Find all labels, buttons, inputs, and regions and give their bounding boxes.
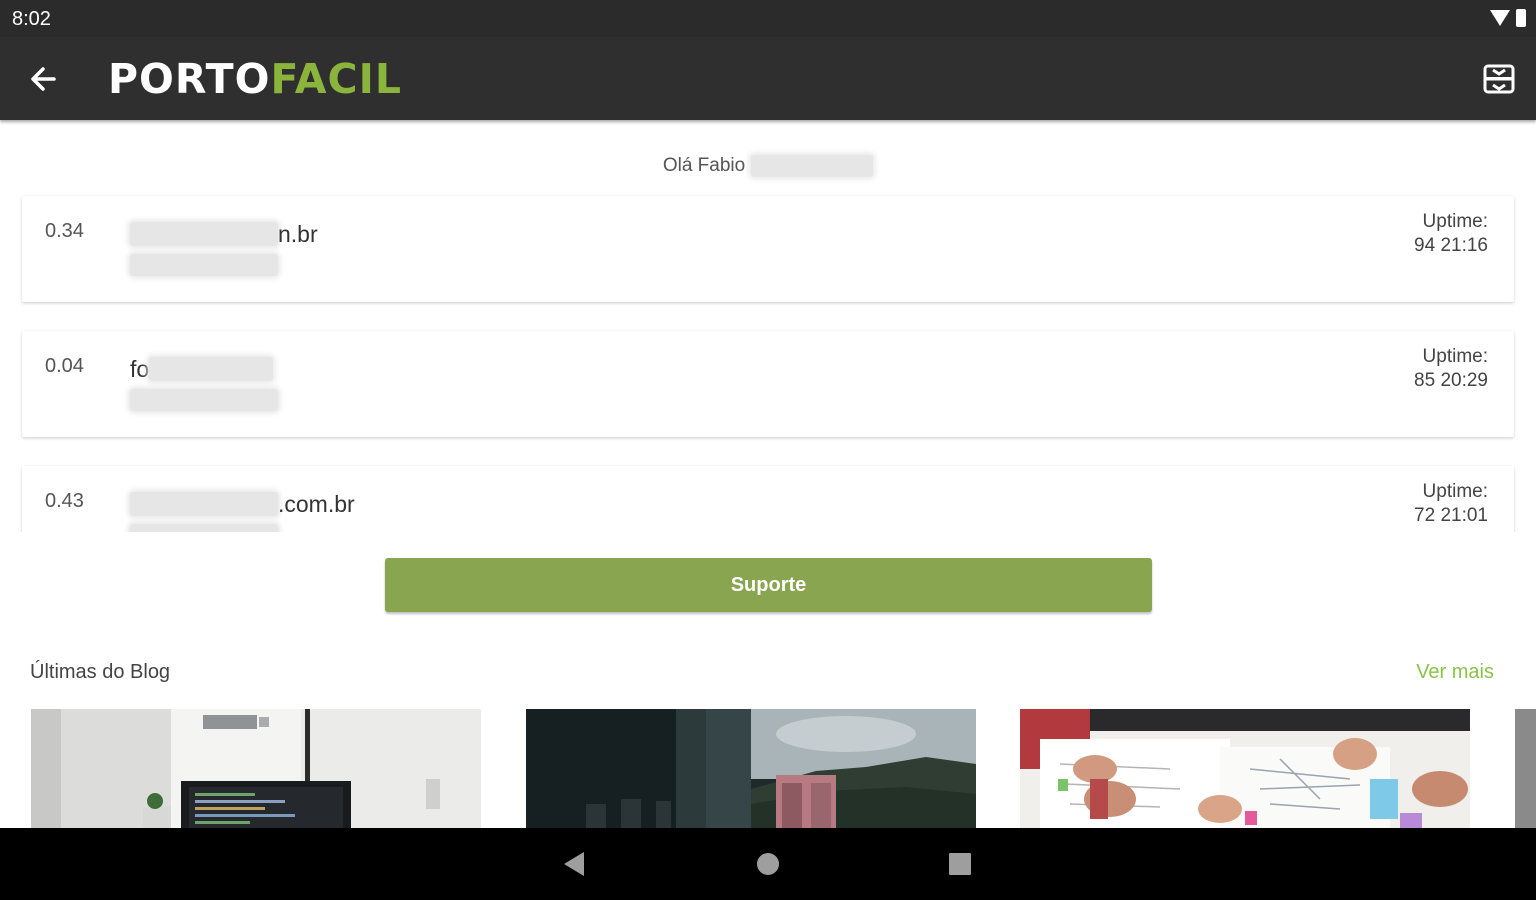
server-name-text: .com.br — [278, 490, 355, 517]
server-name: fo — [130, 355, 274, 383]
blog-post-image[interactable] — [1020, 709, 1470, 828]
redacted-hostname — [130, 222, 278, 246]
uptime-label: Uptime: — [1422, 481, 1488, 502]
blog-post-image[interactable] — [1515, 709, 1536, 828]
greeting: Olá Fabio — [0, 155, 1536, 177]
uptime-value: 72 21:01 — [1414, 505, 1488, 526]
uptime-label: Uptime: — [1422, 346, 1488, 367]
server-card[interactable]: 0.43 .com.br Uptime: 72 21:01 — [22, 466, 1514, 532]
uptime: Uptime: 72 21:01 — [1414, 480, 1488, 528]
office-laptop-image — [31, 709, 481, 828]
greeting-text: Olá Fabio — [662, 155, 746, 176]
arrow-left-icon — [31, 67, 56, 91]
blog-post-image[interactable] — [31, 709, 481, 828]
redacted-hostname — [149, 357, 274, 381]
nav-back-icon — [564, 852, 584, 876]
drawer-icon — [1483, 64, 1515, 94]
server-name-text: n.br — [278, 220, 318, 247]
server-name: .com.br — [130, 490, 355, 518]
nav-recents-button[interactable] — [948, 852, 972, 876]
system-nav-bar — [0, 828, 1536, 900]
server-list: 0.34 n.br Uptime: 94 21:16 0.04 fo Uptim… — [0, 194, 1536, 532]
nav-back-button[interactable] — [560, 850, 588, 883]
uptime-value: 85 20:29 — [1414, 370, 1488, 391]
server-load: 0.34 — [45, 220, 84, 242]
support-button[interactable]: Suporte — [385, 558, 1152, 612]
back-button[interactable] — [24, 59, 64, 99]
uptime: Uptime: 94 21:16 — [1414, 210, 1488, 258]
nav-recents-icon — [949, 853, 971, 875]
app-bar: PORTO FACIL — [0, 37, 1536, 120]
nav-home-icon — [757, 853, 779, 875]
server-name: n.br — [130, 220, 318, 248]
server-load: 0.04 — [45, 355, 84, 377]
status-bar: 8:02 — [0, 0, 1536, 37]
server-name-text: fo — [130, 355, 150, 382]
uptime-label: Uptime: — [1422, 211, 1488, 232]
logo-text-facil: FACIL — [270, 55, 402, 103]
blog-section-title: Últimas do Blog — [30, 661, 171, 683]
see-more-link[interactable]: Ver mais — [1416, 661, 1494, 684]
server-card[interactable]: 0.34 n.br Uptime: 94 21:16 — [22, 196, 1514, 302]
app-logo: PORTO FACIL — [108, 55, 402, 103]
logo-text-porto: PORTO — [108, 55, 271, 103]
redacted-hostname — [130, 492, 278, 516]
status-icons — [1490, 9, 1526, 27]
blog-carousel[interactable] — [0, 709, 1536, 828]
nav-home-button[interactable] — [756, 852, 780, 876]
blog-post-image[interactable] — [526, 709, 976, 828]
battery-icon — [1516, 9, 1526, 27]
status-time: 8:02 — [12, 8, 51, 30]
uptime-value: 94 21:16 — [1414, 235, 1488, 256]
redacted-subtext — [130, 254, 278, 276]
redacted-username — [751, 155, 874, 177]
drawer-button[interactable] — [1482, 63, 1516, 95]
wifi-icon — [1490, 10, 1510, 26]
uptime: Uptime: 85 20:29 — [1414, 345, 1488, 393]
server-card[interactable]: 0.04 fo Uptime: 85 20:29 — [22, 331, 1514, 437]
redacted-subtext — [130, 389, 278, 411]
building-landscape-image — [526, 709, 976, 828]
redacted-subtext — [130, 524, 278, 532]
team-planning-image — [1020, 709, 1470, 828]
server-load: 0.43 — [45, 490, 84, 512]
